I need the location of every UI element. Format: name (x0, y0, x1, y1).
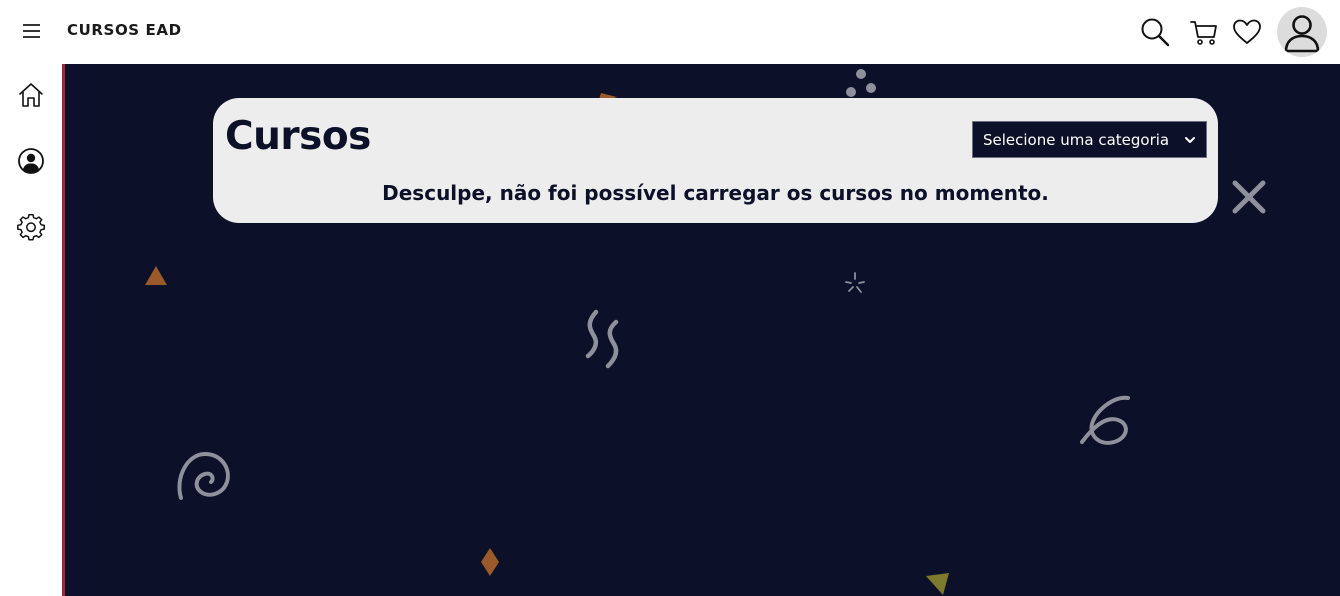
decor-diamond-orange (481, 548, 499, 576)
decor-loop (1080, 395, 1130, 445)
sidebar-item-profile[interactable] (17, 147, 45, 175)
heart-icon (1233, 19, 1261, 44)
category-select-value: Selecione uma categoria (983, 130, 1170, 149)
decor-dots (846, 69, 876, 97)
chevron-down-icon (1185, 136, 1195, 143)
gear-icon (17, 213, 45, 241)
user-avatar-button[interactable] (1277, 7, 1327, 57)
hamburger-menu-button[interactable] (18, 20, 46, 44)
brand-title[interactable]: CURSOS EAD (67, 21, 182, 39)
search-button[interactable] (1139, 16, 1171, 48)
favorites-button[interactable] (1231, 16, 1263, 48)
search-icon (1141, 18, 1170, 47)
decor-sparkle (845, 272, 865, 293)
courses-card: Cursos Selecione uma categoria Desculpe,… (213, 98, 1218, 223)
close-icon (1232, 180, 1266, 214)
decor-spiral (177, 451, 230, 500)
category-select[interactable]: Selecione uma categoria (972, 121, 1207, 158)
sidebar (0, 64, 62, 596)
page-title: Cursos (225, 114, 371, 159)
error-message: Desculpe, não foi possível carregar os c… (382, 181, 1049, 205)
sidebar-item-home[interactable] (17, 81, 45, 109)
close-button[interactable] (1231, 179, 1267, 215)
user-avatar-icon (1284, 15, 1320, 53)
cart-icon (1190, 21, 1217, 45)
hamburger-menu-icon (23, 24, 40, 38)
decor-triangle-orange (145, 266, 167, 285)
home-icon (19, 83, 43, 107)
top-bar: CURSOS EAD (0, 0, 1340, 64)
cart-button[interactable] (1188, 16, 1220, 48)
main-content: Cursos Selecione uma categoria Desculpe,… (62, 64, 1340, 596)
sidebar-item-settings[interactable] (17, 213, 45, 242)
decor-squiggles (585, 309, 619, 369)
user-circle-icon (18, 148, 44, 174)
decor-triangle-olive (926, 573, 949, 595)
